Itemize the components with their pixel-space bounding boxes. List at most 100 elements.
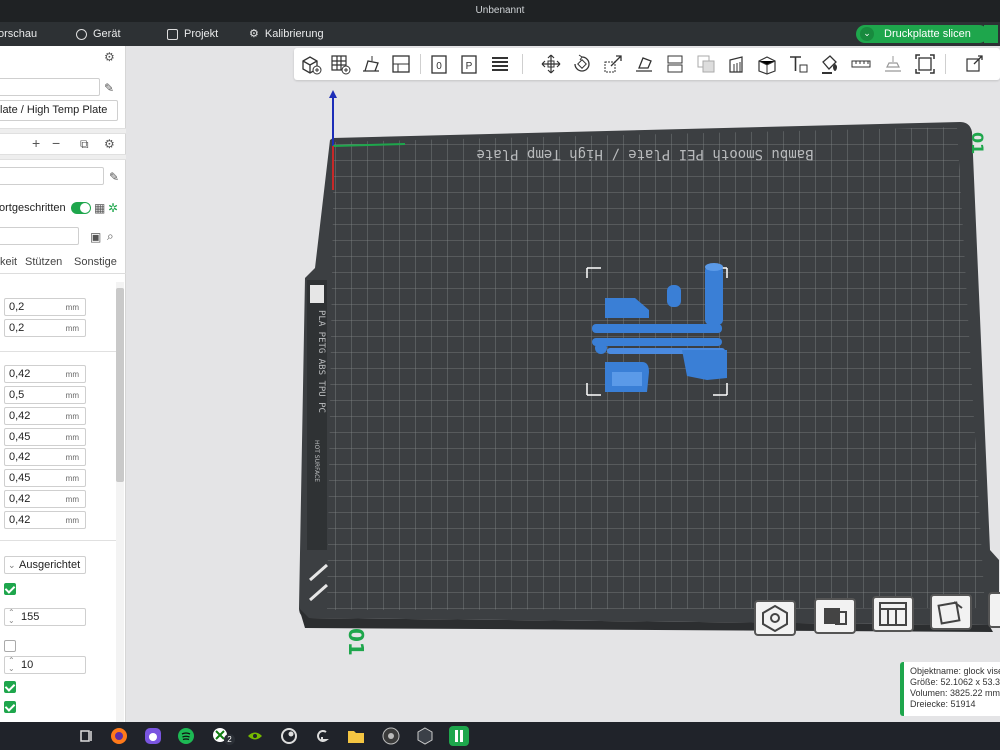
- logitech-icon[interactable]: [312, 726, 332, 746]
- tab-preview[interactable]: orschau: [0, 22, 37, 46]
- browser-icon[interactable]: [143, 726, 163, 746]
- nvidia-icon[interactable]: [245, 726, 265, 746]
- layers-icon[interactable]: [489, 53, 511, 75]
- wireframe-view-button[interactable]: [754, 600, 796, 636]
- stepper-arrows-icon[interactable]: ⌃ ⌄: [8, 609, 15, 625]
- line-width-field[interactable]: 0,42 mm: [4, 448, 86, 466]
- value: 0,42: [9, 514, 31, 526]
- tab-device-label: Gerät: [93, 28, 121, 40]
- layout-view-button[interactable]: [872, 596, 914, 632]
- object-view-button[interactable]: [814, 598, 856, 634]
- plate-0-icon[interactable]: 0: [428, 53, 450, 75]
- lay-on-face-icon[interactable]: [633, 53, 655, 75]
- arrange-icon[interactable]: [390, 53, 412, 75]
- paint-view-button[interactable]: [930, 594, 972, 630]
- steam-icon[interactable]: [279, 726, 299, 746]
- file-explorer-icon[interactable]: [346, 726, 366, 746]
- save-icon[interactable]: ▣: [90, 230, 101, 244]
- line-width-field[interactable]: 0,42 mm: [4, 365, 86, 383]
- tab-others[interactable]: Sonstige: [74, 256, 117, 268]
- tab-supports[interactable]: Stützen: [25, 256, 62, 268]
- xbox-icon[interactable]: 2: [211, 726, 235, 746]
- settings-tabs: keit Stützen Sonstige: [0, 256, 126, 270]
- slice-more-button[interactable]: [984, 25, 998, 43]
- plate-type-select[interactable]: late / High Temp Plate: [0, 100, 118, 121]
- support-paint-icon[interactable]: [726, 53, 748, 75]
- line-width-field[interactable]: 0,5 mm: [4, 386, 86, 404]
- option-checkbox[interactable]: [4, 583, 16, 595]
- option-checkbox[interactable]: [4, 681, 16, 693]
- text-tool-icon[interactable]: [787, 53, 809, 75]
- move-icon[interactable]: [540, 53, 562, 75]
- first-layer-height-field[interactable]: 0,2 mm: [4, 319, 86, 337]
- printer-field[interactable]: [0, 78, 100, 96]
- section-divider: [0, 351, 116, 352]
- window-title: Unbenannt: [475, 5, 525, 16]
- search-icon[interactable]: ⌕: [107, 229, 114, 243]
- number-stepper[interactable]: ⌃ ⌄ 10: [4, 656, 86, 674]
- line-width-field[interactable]: 0,42 mm: [4, 490, 86, 508]
- app-cube-icon[interactable]: [415, 726, 435, 746]
- search-input[interactable]: [0, 227, 79, 245]
- unit: mm: [65, 433, 79, 442]
- number-stepper[interactable]: ⌃ ⌄ 155: [4, 608, 86, 626]
- option-checkbox[interactable]: [4, 640, 16, 652]
- remove-icon[interactable]: −: [52, 136, 60, 150]
- tab-device[interactable]: Gerät: [76, 22, 121, 46]
- layer-height-field[interactable]: 0,2 mm: [4, 298, 86, 316]
- scrollbar-thumb[interactable]: [116, 288, 124, 482]
- tab-strength[interactable]: keit: [0, 256, 17, 268]
- line-width-field[interactable]: 0,42 mm: [4, 407, 86, 425]
- process-preset-field[interactable]: [0, 167, 104, 185]
- split-objects-icon[interactable]: [964, 53, 986, 75]
- assembly-icon[interactable]: [882, 53, 904, 75]
- add-object-icon[interactable]: [300, 53, 322, 75]
- auto-orient-icon[interactable]: [360, 53, 382, 75]
- color-paint-icon[interactable]: [819, 53, 841, 75]
- value: 0,2: [9, 322, 25, 334]
- bambu-studio-icon[interactable]: [449, 726, 469, 746]
- table-view-icon[interactable]: ▦: [94, 201, 105, 215]
- tab-calibration[interactable]: ⚙ Kalibrierung: [249, 22, 324, 46]
- measure-icon[interactable]: [850, 53, 872, 75]
- value: 0,2: [9, 301, 25, 313]
- rotate-icon[interactable]: [571, 53, 593, 75]
- slice-plate-button[interactable]: ⌄ Druckplatte slicen: [856, 25, 998, 43]
- edit-icon[interactable]: ✎: [104, 81, 114, 95]
- line-width-field[interactable]: 0,45 mm: [4, 469, 86, 487]
- svg-text:P: P: [466, 61, 473, 72]
- plugin-icon[interactable]: ✲: [108, 201, 118, 215]
- sidebar-scrollbar[interactable]: [116, 282, 124, 722]
- more-view-button[interactable]: [988, 592, 1000, 628]
- line-width-field[interactable]: 0,45 mm: [4, 428, 86, 446]
- section-divider: [0, 540, 116, 541]
- spotify-icon[interactable]: [176, 726, 196, 746]
- seam-position-select[interactable]: ⌄ Ausgerichtet: [4, 556, 86, 574]
- firefox-icon[interactable]: [109, 726, 129, 746]
- fit-view-icon[interactable]: [914, 53, 936, 75]
- settings-icon[interactable]: ⚙: [104, 137, 115, 151]
- add-plate-icon[interactable]: [329, 53, 351, 75]
- unit: mm: [65, 495, 79, 504]
- edit-icon[interactable]: ✎: [109, 170, 119, 184]
- stepper-value: 10: [21, 659, 34, 671]
- line-width-field[interactable]: 0,42 mm: [4, 511, 86, 529]
- stepper-arrows-icon[interactable]: ⌃ ⌄: [8, 657, 15, 673]
- boolean-icon[interactable]: [695, 53, 717, 75]
- plate-p-icon[interactable]: P: [458, 53, 480, 75]
- tab-project[interactable]: Projekt: [167, 22, 218, 46]
- gear-icon[interactable]: ⚙: [104, 50, 115, 64]
- compare-icon[interactable]: ⧉: [80, 137, 89, 151]
- option-checkbox[interactable]: [4, 701, 16, 713]
- obs-icon[interactable]: [381, 726, 401, 746]
- chevron-down-icon[interactable]: ⌄: [860, 27, 874, 41]
- value: 0,42: [9, 493, 31, 505]
- task-view-icon[interactable]: [76, 726, 96, 746]
- scale-icon[interactable]: [602, 53, 624, 75]
- add-icon[interactable]: +: [32, 136, 40, 150]
- seam-paint-icon[interactable]: [756, 53, 778, 75]
- cut-icon[interactable]: [664, 53, 686, 75]
- 3d-viewport[interactable]: PLA PETG ABS TPU PC HOT SURFACE Bambu Sm…: [127, 80, 1000, 722]
- advanced-toggle[interactable]: [71, 202, 91, 214]
- value: 0,42: [9, 410, 31, 422]
